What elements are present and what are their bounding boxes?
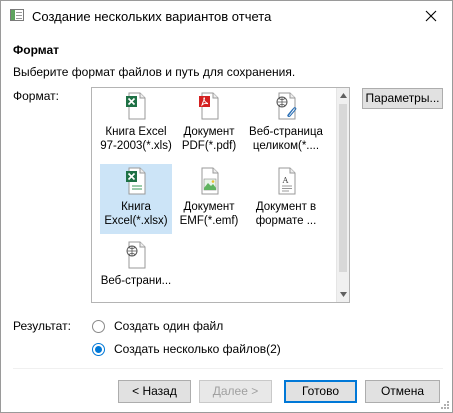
back-button[interactable]: < Назад	[118, 380, 191, 403]
window-title: Создание нескольких вариантов отчета	[32, 9, 272, 24]
radio-single-file[interactable]: Создать один файл	[92, 318, 223, 334]
format-item-emf[interactable]: Документ EMF(*.emf)	[173, 164, 245, 234]
section-hint: Выберите формат файлов и путь для сохран…	[13, 65, 296, 79]
format-item-pdf[interactable]: Документ PDF(*.pdf)	[173, 89, 245, 159]
format-item-text-doc[interactable]: A Документ в формате ...	[246, 164, 326, 234]
text-document-icon: A	[275, 167, 297, 195]
section-heading: Формат	[13, 43, 60, 57]
item-label: PDF(*.pdf)	[181, 140, 237, 152]
radio-label: Создать несколько файлов(2)	[114, 342, 281, 356]
svg-text:A: A	[282, 176, 289, 185]
format-item-web[interactable]: Веб-страни...	[96, 238, 176, 302]
item-label: Документ	[183, 201, 235, 213]
chevron-up-icon	[340, 93, 347, 98]
item-label: целиком(*....	[252, 140, 320, 152]
dialog-window: Создание нескольких вариантов отчета Фор…	[0, 0, 453, 413]
item-label: 97-2003(*.xls)	[100, 140, 172, 152]
item-label: Веб-страница	[249, 126, 323, 138]
item-label: Книга	[121, 201, 151, 213]
item-label: Веб-страни...	[100, 275, 172, 287]
chevron-down-icon	[340, 292, 347, 297]
cancel-button[interactable]: Отмена	[365, 380, 440, 403]
excel-xls-icon	[125, 92, 147, 120]
scroll-down-button[interactable]	[337, 288, 349, 301]
item-label: формате ...	[255, 215, 317, 227]
radio-multiple-files[interactable]: Создать несколько файлов(2)	[92, 341, 281, 357]
resize-grip-icon[interactable]	[441, 401, 449, 409]
format-item-web-complete[interactable]: Веб-страница целиком(*....	[246, 89, 326, 159]
item-label: Книга Excel	[105, 126, 167, 138]
next-button[interactable]: Далее >	[199, 380, 272, 403]
parameters-button[interactable]: Параметры...	[362, 88, 443, 109]
format-item-xlsx[interactable]: Книга Excel(*.xlsx)	[100, 164, 172, 234]
radio-button[interactable]	[92, 342, 105, 356]
format-listbox[interactable]: Книга Excel 97-2003(*.xls) Документ PDF(*.…	[91, 87, 350, 303]
excel-xlsx-icon	[125, 167, 147, 195]
done-button[interactable]: Готово	[284, 380, 357, 403]
listbox-scrollbar[interactable]	[336, 88, 349, 302]
scroll-thumb[interactable]	[339, 104, 347, 272]
web-page-icon	[125, 241, 147, 269]
result-label: Результат:	[13, 319, 71, 333]
scroll-up-button[interactable]	[337, 89, 349, 102]
pdf-icon	[198, 92, 220, 120]
emf-icon	[198, 167, 220, 195]
close-icon	[425, 10, 437, 22]
item-label: EMF(*.emf)	[179, 215, 239, 227]
web-page-complete-icon	[275, 92, 297, 120]
radio-button[interactable]	[92, 319, 105, 333]
format-label: Формат:	[13, 89, 59, 103]
separator	[13, 368, 443, 369]
close-button[interactable]	[416, 3, 446, 29]
item-label: Документ	[183, 126, 235, 138]
format-item-xls[interactable]: Книга Excel 97-2003(*.xls)	[100, 89, 172, 159]
item-label: Excel(*.xlsx)	[104, 215, 168, 227]
radio-label: Создать один файл	[114, 319, 224, 333]
item-label: Документ в	[255, 201, 317, 213]
app-icon	[10, 9, 24, 21]
title-bar: Создание нескольких вариантов отчета	[1, 1, 452, 31]
